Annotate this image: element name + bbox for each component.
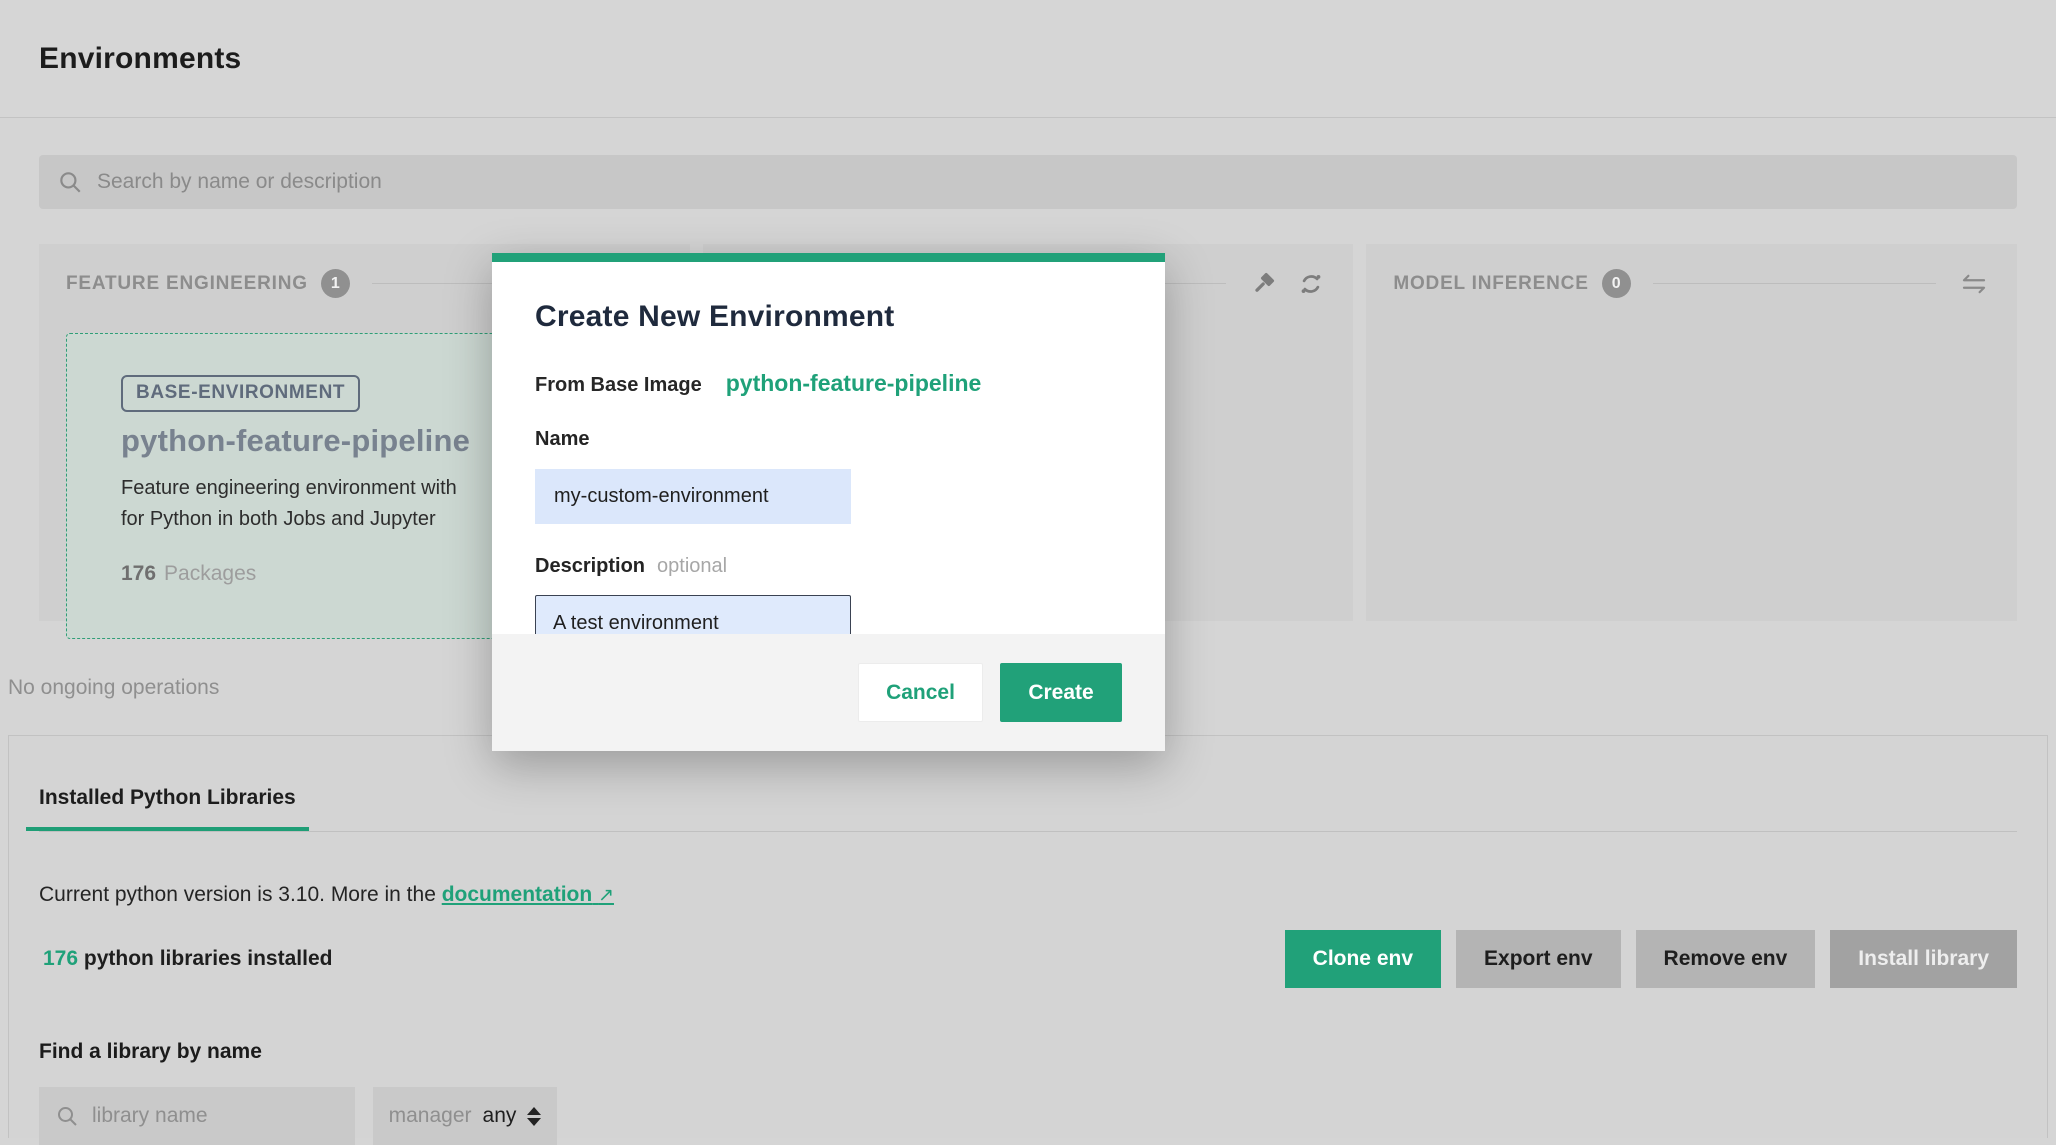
search-icon [57, 169, 83, 195]
remove-env-button[interactable]: Remove env [1636, 930, 1816, 988]
find-library-controls: manager any [39, 1087, 2017, 1145]
export-env-button[interactable]: Export env [1456, 930, 1621, 988]
name-field-label: Name [535, 428, 1122, 451]
external-link-icon: ↗ [598, 885, 614, 906]
panel-model-inference-header: MODEL INFERENCE 0 [1393, 265, 1990, 302]
find-library-label: Find a library by name [39, 1040, 2017, 1064]
base-environment-tag: BASE-ENVIRONMENT [121, 375, 360, 412]
environment-count-badge: 1 [321, 269, 350, 298]
manager-select[interactable]: manager any [373, 1087, 557, 1145]
environment-count-badge: 0 [1602, 269, 1631, 298]
libraries-installed-count: 176 [43, 947, 78, 970]
packages-label: Packages [164, 562, 256, 585]
panel-header-actions [1958, 269, 1990, 299]
installed-libraries-panel: Installed Python Libraries Current pytho… [8, 735, 2048, 1138]
install-library-button[interactable]: Install library [1830, 930, 2017, 988]
base-image-value: python-feature-pipeline [726, 370, 982, 397]
library-search-input[interactable] [92, 1087, 339, 1145]
panel-title: FEATURE ENGINEERING [66, 273, 308, 295]
swap-arrows-icon[interactable] [1958, 269, 1990, 299]
create-environment-modal: Create New Environment From Base Image p… [492, 253, 1165, 751]
modal-body: Create New Environment From Base Image p… [492, 262, 1165, 652]
modal-accent-bar [492, 253, 1165, 262]
create-button[interactable]: Create [1000, 663, 1122, 722]
cancel-button[interactable]: Cancel [858, 663, 983, 722]
tab-installed-python-libraries[interactable]: Installed Python Libraries [26, 786, 309, 831]
header-divider [1653, 283, 1936, 284]
panel-model-inference: MODEL INFERENCE 0 [1366, 244, 2017, 621]
modal-title: Create New Environment [535, 300, 1122, 334]
environment-action-buttons: Clone env Export env Remove env Install … [1285, 930, 2017, 988]
hammer-icon[interactable] [1248, 269, 1278, 299]
environment-search-bar[interactable] [39, 155, 2017, 209]
sync-icon[interactable] [1296, 269, 1326, 299]
page-header: Environments [0, 0, 2056, 118]
environment-name-input[interactable] [535, 469, 851, 524]
manager-select-value: any [483, 1104, 517, 1128]
packages-count: 176 [121, 562, 156, 585]
search-icon [55, 1104, 79, 1128]
environment-search-input[interactable] [97, 155, 1999, 209]
python-version-line: Current python version is 3.10. More in … [39, 883, 2017, 907]
libraries-installed-count-line: 176 python libraries installed [43, 947, 332, 971]
clone-env-button[interactable]: Clone env [1285, 930, 1441, 988]
base-image-row: From Base Image python-feature-pipeline [535, 370, 1122, 397]
libraries-toolbar: 176 python libraries installed Clone env… [39, 930, 2017, 988]
panel-title: MODEL INFERENCE [1393, 273, 1588, 295]
modal-footer: Cancel Create [492, 634, 1165, 751]
library-search-bar[interactable] [39, 1087, 355, 1145]
documentation-link[interactable]: documentation ↗ [442, 883, 614, 906]
environment-search-section [0, 118, 2056, 209]
panel-header-actions [1248, 269, 1326, 299]
chevron-up-down-icon [527, 1107, 541, 1126]
page-title: Environments [39, 42, 241, 76]
optional-hint: optional [657, 555, 727, 577]
description-field-label: Descriptionoptional [535, 555, 1122, 578]
manager-select-label: manager [389, 1104, 472, 1128]
base-image-label: From Base Image [535, 374, 702, 397]
